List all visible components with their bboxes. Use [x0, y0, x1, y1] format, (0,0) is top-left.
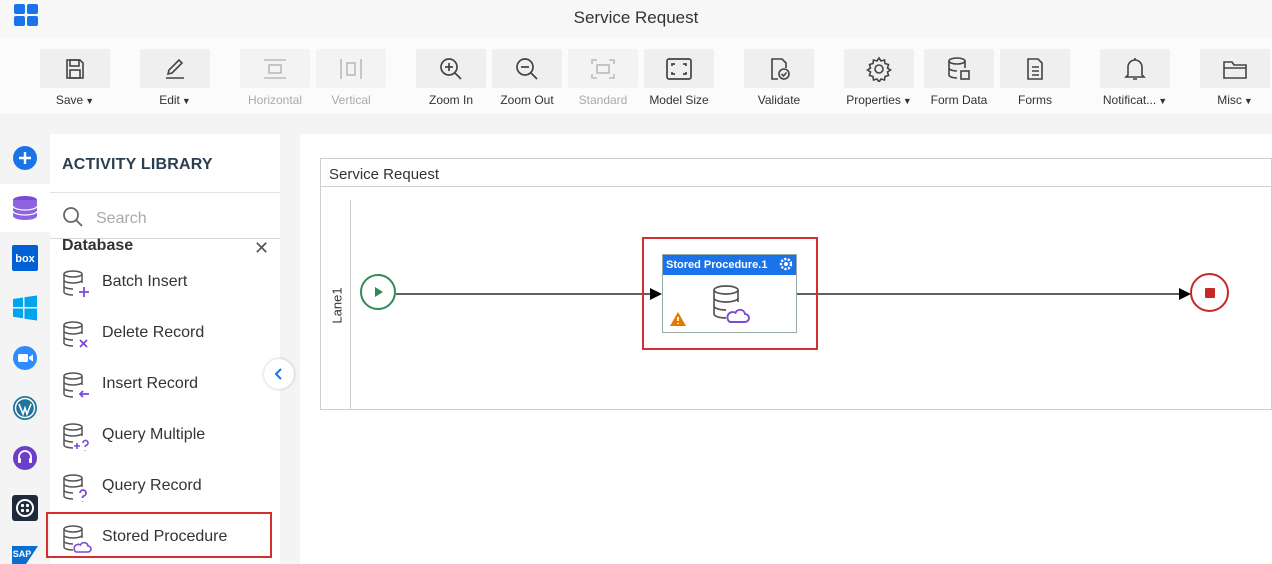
model-size-label: Model Size — [649, 93, 709, 107]
vertical-label: Vertical — [331, 93, 371, 107]
vertical-align-icon — [340, 58, 362, 79]
notifications-button[interactable]: Notificat... ▼ — [1100, 49, 1170, 109]
zoom-out-button[interactable]: Zoom Out — [492, 49, 562, 109]
forms-label: Forms — [1018, 93, 1052, 107]
box-icon[interactable]: box — [11, 244, 39, 272]
sap-icon[interactable]: SAP — [11, 544, 39, 564]
folder-icon — [1223, 60, 1247, 79]
chevron-down-icon: ▼ — [902, 96, 912, 106]
misc-label: Misc — [1217, 93, 1242, 107]
zoom-video-icon[interactable] — [11, 344, 39, 372]
lane-header[interactable]: Lane1 — [321, 200, 351, 410]
misc-button[interactable]: Misc ▼ — [1200, 49, 1270, 109]
pencil-icon — [166, 58, 184, 79]
divider — [50, 192, 280, 193]
edit-label: Edit — [159, 93, 180, 107]
chevron-down-icon: ▼ — [85, 96, 95, 106]
support-headset-icon[interactable] — [11, 444, 39, 472]
top-bar: Service Request — [0, 0, 1272, 38]
library-item-label: Insert Record — [102, 375, 199, 392]
activity-selection-highlight — [642, 237, 818, 350]
collapse-panel-button[interactable] — [264, 359, 294, 389]
library-item-label: Query Multiple — [102, 426, 206, 443]
wordpress-icon[interactable] — [11, 394, 39, 422]
validate-label: Validate — [757, 93, 801, 107]
notifications-label: Notificat... — [1102, 93, 1157, 107]
twilio-icon[interactable] — [11, 494, 39, 522]
library-item-label: Batch Insert — [102, 273, 188, 290]
sequence-flow-end[interactable] — [797, 286, 1193, 302]
validate-button[interactable]: Validate — [744, 49, 814, 109]
fullscreen-icon — [666, 57, 692, 80]
chevron-down-icon: ▼ — [1243, 96, 1253, 106]
library-title: ACTIVITY LIBRARY — [62, 156, 213, 173]
zoom-in-icon — [440, 57, 462, 80]
chevron-down-icon: ▼ — [181, 96, 191, 106]
sequence-flow-start[interactable] — [396, 286, 664, 302]
windows-icon[interactable] — [11, 294, 39, 322]
model-size-button[interactable]: Model Size — [644, 49, 714, 109]
save-icon — [66, 58, 84, 79]
edit-button[interactable]: Edit ▼ — [140, 49, 210, 109]
pool-header: Service Request — [321, 159, 1272, 187]
library-item-insert-record[interactable]: Insert Record — [60, 366, 270, 406]
box-logo-text: box — [15, 253, 35, 265]
search-icon — [63, 207, 83, 227]
form-data-button[interactable]: Form Data — [924, 49, 994, 109]
end-event[interactable] — [1190, 273, 1229, 312]
sap-logo-text: SAP — [13, 549, 32, 559]
save-label: Save — [55, 93, 84, 107]
library-item-label: Delete Record — [102, 324, 205, 341]
lane-label: Lane1 — [329, 287, 345, 324]
properties-button[interactable]: Properties ▼ — [844, 49, 914, 109]
pool-title: Service Request — [329, 166, 440, 183]
db-question-icon — [63, 474, 87, 502]
gear-icon — [866, 56, 892, 82]
library-item-delete-record[interactable]: Delete Record — [60, 315, 270, 355]
chevron-down-icon: ▼ — [1158, 96, 1168, 106]
zoom-out-icon — [516, 57, 538, 80]
add-icon[interactable] — [11, 144, 39, 172]
page-title: Service Request — [573, 8, 699, 27]
category-label: Database — [62, 237, 134, 254]
library-item-label: Query Record — [102, 477, 202, 494]
db-x-icon — [63, 321, 88, 348]
validate-icon — [771, 57, 790, 80]
library-search-input[interactable] — [94, 206, 268, 232]
zoom-in-button[interactable]: Zoom In — [416, 49, 486, 109]
standard-size-icon — [591, 58, 615, 79]
activity-library-panel: ACTIVITY LIBRARY Database ✕ Batch Insert… — [50, 134, 280, 564]
horizontal-button[interactable]: Horizontal — [240, 49, 310, 109]
forms-button[interactable]: Forms — [1000, 49, 1070, 109]
vertical-button[interactable]: Vertical — [316, 49, 386, 109]
db-arrow-icon — [63, 372, 89, 398]
close-icon[interactable]: ✕ — [254, 238, 269, 259]
selected-item-highlight — [46, 512, 272, 558]
play-icon — [375, 287, 383, 297]
chevron-left-icon — [274, 368, 282, 380]
library-item-query-multiple[interactable]: Query Multiple — [60, 417, 270, 457]
stop-icon — [1204, 287, 1215, 298]
properties-label: Properties — [846, 93, 901, 107]
horizontal-align-icon — [264, 58, 286, 79]
db-query-multiple-icon — [63, 423, 89, 451]
standard-button[interactable]: Standard — [568, 49, 638, 109]
start-event[interactable] — [360, 274, 396, 310]
forms-icon — [1027, 57, 1043, 80]
save-button[interactable]: Save ▼ — [40, 49, 110, 109]
bell-icon — [1124, 57, 1146, 80]
database-icon[interactable] — [11, 194, 39, 222]
library-item-batch-insert[interactable]: Batch Insert — [60, 264, 270, 304]
library-item-query-record[interactable]: Query Record — [60, 468, 270, 508]
toolbar: Save ▼ Edit ▼ Horizontal Vertical Zoom In … — [0, 38, 1272, 114]
form-data-icon — [948, 56, 970, 80]
db-plus-icon — [63, 270, 89, 297]
